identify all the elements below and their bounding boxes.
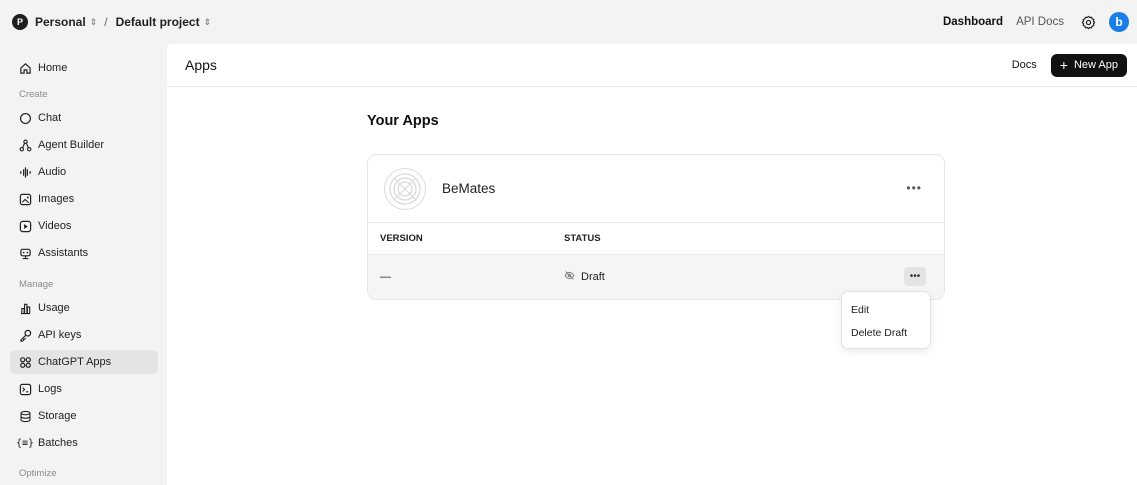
- sidebar-item-agent-builder[interactable]: Agent Builder: [10, 133, 158, 157]
- breadcrumb-separator: /: [104, 15, 108, 29]
- audio-wave-icon: [18, 165, 32, 179]
- main-panel: Apps Docs + New App Your Apps BeMates ••…: [167, 44, 1137, 485]
- sidebar-item-label: API keys: [38, 329, 82, 341]
- version-cell: —: [380, 271, 391, 283]
- sidebar-item-videos[interactable]: Videos: [10, 214, 158, 238]
- apps-grid-icon: [18, 355, 32, 369]
- home-icon: [18, 61, 32, 75]
- terminal-log-icon: [18, 382, 32, 396]
- settings-gear-icon[interactable]: [1077, 11, 1099, 33]
- org-avatar[interactable]: P: [12, 14, 28, 30]
- sidebar-item-label: Assistants: [38, 247, 89, 259]
- sidebar-item-chat[interactable]: Chat: [10, 106, 158, 130]
- page-title: Apps: [185, 57, 217, 73]
- docs-link[interactable]: Docs: [1012, 59, 1037, 71]
- sidebar: Home Create Chat Agent Builder Audio Ima…: [0, 44, 167, 485]
- app-card: BeMates ••• VERSION STATUS — Draft •••: [367, 154, 945, 300]
- sidebar-item-label: Storage: [38, 410, 77, 422]
- sidebar-item-label: Home: [38, 62, 68, 74]
- app-name[interactable]: BeMates: [442, 181, 495, 196]
- database-icon: [18, 409, 32, 423]
- app-card-header: BeMates •••: [368, 155, 944, 223]
- status-badge: Draft: [564, 270, 605, 284]
- project-name: Default project: [115, 15, 200, 29]
- menu-item-edit[interactable]: Edit: [842, 298, 930, 321]
- sidebar-item-label: Usage: [38, 302, 70, 314]
- sidebar-item-assistants[interactable]: Assistants: [10, 241, 158, 265]
- sidebar-item-api-keys[interactable]: API keys: [10, 323, 158, 347]
- plus-icon: +: [1059, 57, 1068, 73]
- sidebar-item-label: ChatGPT Apps: [38, 356, 112, 368]
- column-header-version: VERSION: [380, 233, 423, 244]
- section-label-optimize: Optimize: [19, 468, 57, 479]
- sidebar-item-usage[interactable]: Usage: [10, 296, 158, 320]
- assistant-robot-icon: [18, 246, 32, 260]
- row-context-menu: Edit Delete Draft: [841, 291, 931, 349]
- batches-braces-icon: {≡}: [15, 437, 35, 449]
- sidebar-item-label: Images: [38, 193, 75, 205]
- sidebar-item-batches[interactable]: {≡} Batches: [10, 431, 158, 455]
- key-icon: [18, 328, 32, 342]
- sidebar-item-storage[interactable]: Storage: [10, 404, 158, 428]
- sidebar-item-chatgpt-apps[interactable]: ChatGPT Apps: [10, 350, 158, 374]
- image-icon: [18, 192, 32, 206]
- chevron-updown-icon: ⇕: [203, 16, 212, 27]
- new-app-button[interactable]: + New App: [1050, 53, 1127, 77]
- sidebar-item-label: Videos: [38, 220, 72, 232]
- sidebar-item-label: Chat: [38, 112, 62, 124]
- sidebar-item-home[interactable]: Home: [10, 56, 158, 80]
- project-switcher[interactable]: Default project ⇕: [116, 15, 212, 29]
- menu-item-delete-draft[interactable]: Delete Draft: [842, 321, 930, 344]
- bar-chart-icon: [18, 301, 32, 315]
- chat-bubble-icon: [18, 111, 32, 125]
- row-more-options-button[interactable]: •••: [904, 267, 926, 286]
- dashboard-link[interactable]: Dashboard: [943, 16, 1003, 28]
- api-docs-link[interactable]: API Docs: [1016, 16, 1064, 28]
- status-text: Draft: [581, 271, 605, 283]
- new-app-label: New App: [1073, 59, 1118, 71]
- app-more-options-icon[interactable]: •••: [906, 181, 922, 195]
- top-bar: P Personal ⇕ / Default project ⇕ Dashboa…: [0, 0, 1137, 44]
- eye-off-icon: [564, 270, 575, 284]
- sidebar-item-label: Logs: [38, 383, 62, 395]
- sidebar-item-label: Agent Builder: [38, 139, 105, 151]
- video-play-icon: [18, 219, 32, 233]
- sidebar-item-images[interactable]: Images: [10, 187, 158, 211]
- app-logo-icon: [384, 167, 426, 210]
- user-avatar[interactable]: b: [1109, 12, 1129, 32]
- org-switcher[interactable]: Personal ⇕: [35, 15, 97, 29]
- sidebar-item-label: Batches: [38, 437, 78, 449]
- section-label-create: Create: [19, 89, 48, 100]
- section-label-manage: Manage: [19, 279, 54, 290]
- chevron-updown-icon: ⇕: [89, 16, 98, 27]
- table-header: VERSION STATUS: [368, 223, 944, 255]
- section-title: Your Apps: [367, 113, 439, 129]
- page-header: Apps Docs + New App: [167, 44, 1137, 87]
- agent-nodes-icon: [18, 138, 32, 152]
- sidebar-item-label: Audio: [38, 166, 67, 178]
- org-name: Personal: [35, 15, 86, 29]
- sidebar-item-logs[interactable]: Logs: [10, 377, 158, 401]
- column-header-status: STATUS: [564, 233, 601, 244]
- sidebar-item-audio[interactable]: Audio: [10, 160, 158, 184]
